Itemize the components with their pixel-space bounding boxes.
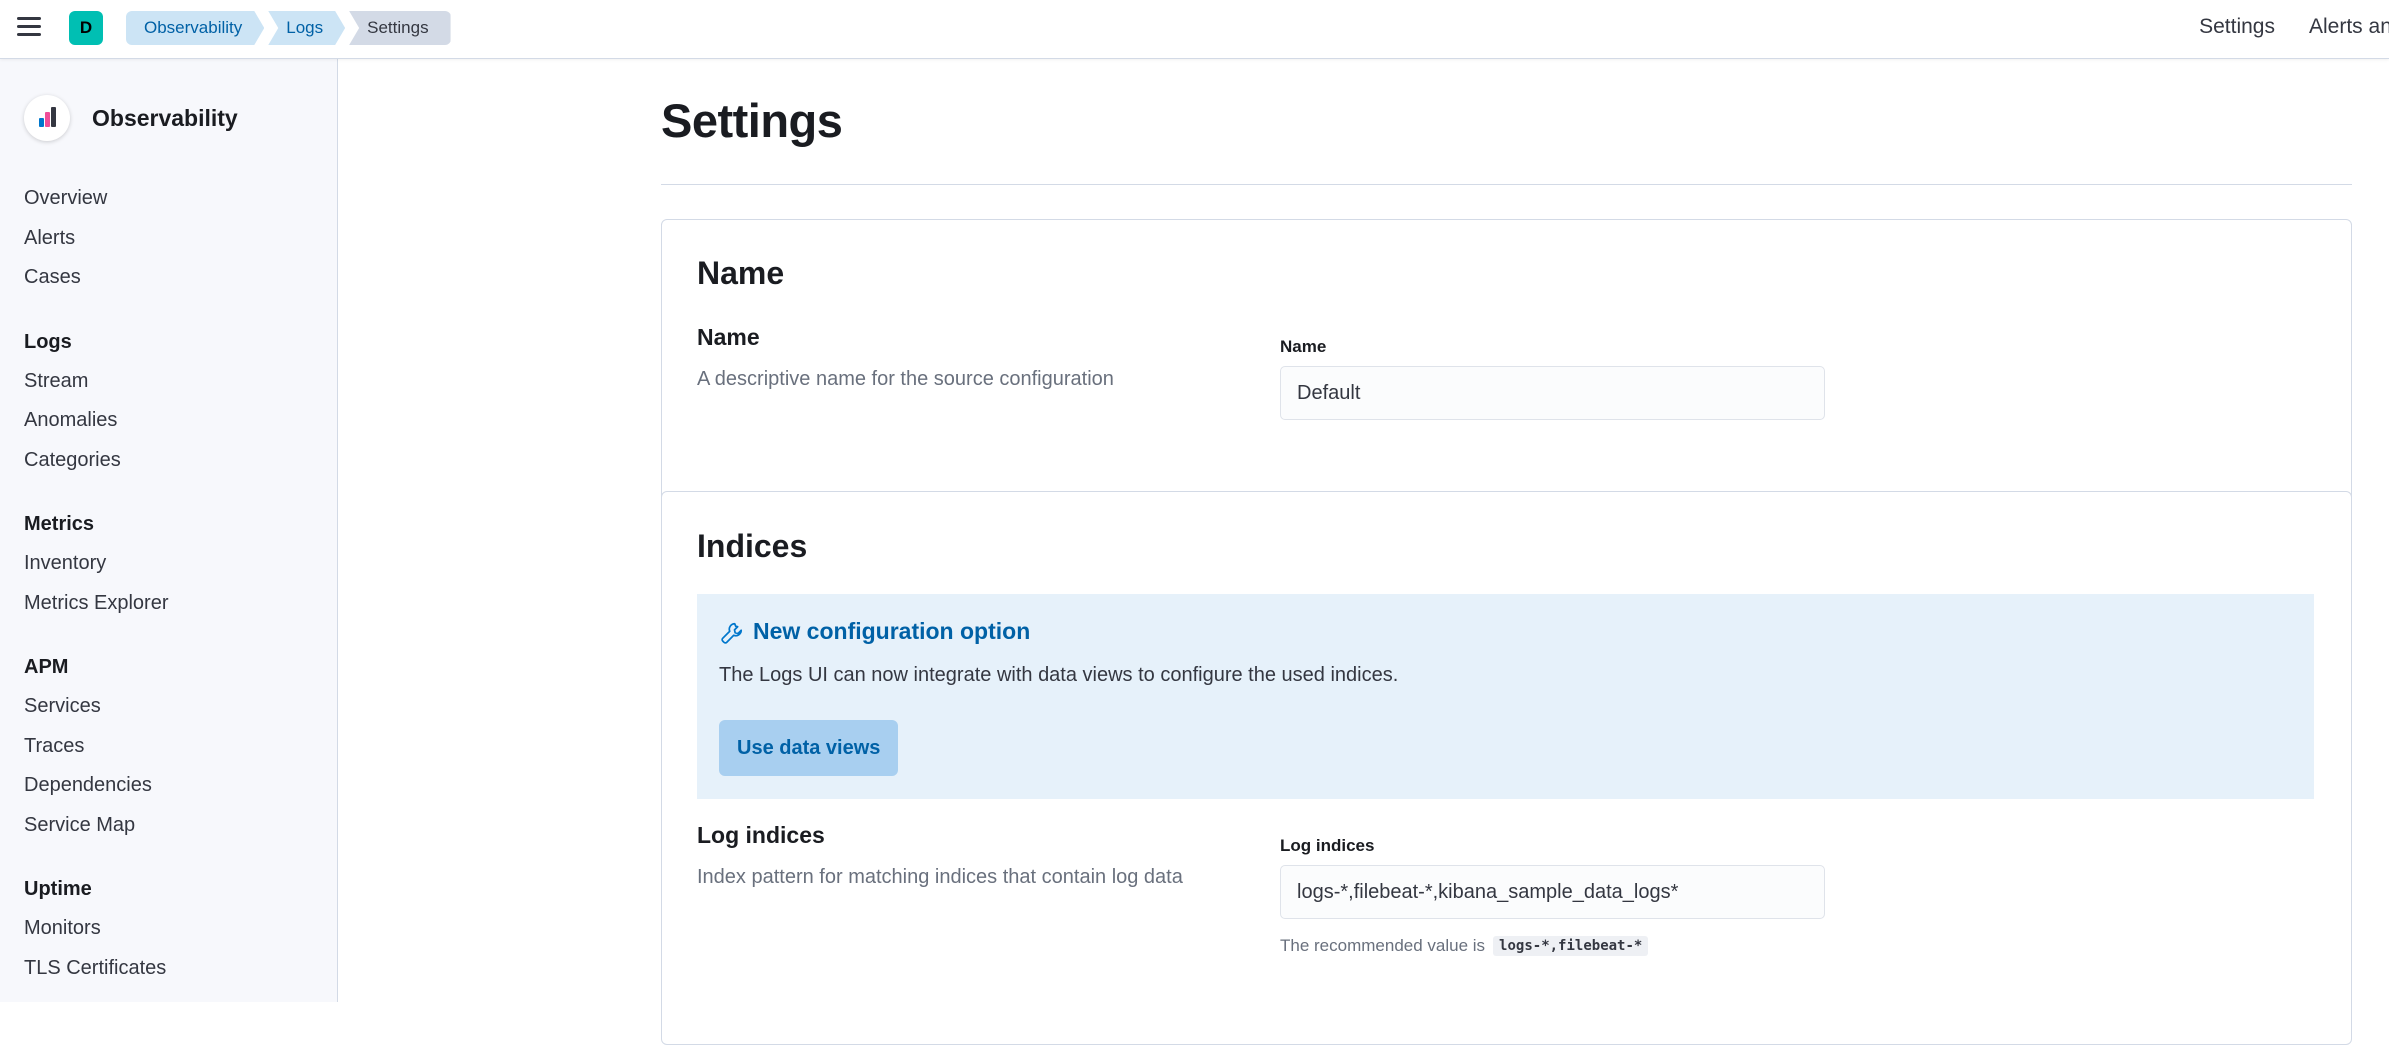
sidebar-item-traces[interactable]: Traces (24, 727, 337, 767)
sidebar-item-stream[interactable]: Stream (24, 362, 337, 402)
name-panel: Name Name A descriptive name for the sou… (661, 219, 2352, 517)
sidebar-item-metrics-explorer[interactable]: Metrics Explorer (24, 584, 337, 624)
hamburger-menu-icon[interactable] (14, 12, 44, 42)
recommended-value-code: logs-*,filebeat-* (1493, 936, 1649, 956)
callout-title: New configuration option (753, 618, 1031, 644)
header-links: Settings Alerts and rules (2165, 0, 2389, 54)
sidebar-group-metrics: Metrics Inventory Metrics Explorer (24, 505, 337, 623)
callout-text: The Logs UI can now integrate with data … (719, 664, 1399, 686)
sidebar-group-apm: APM Services Traces Dependencies Service… (24, 648, 337, 845)
sidebar-header: Observability (24, 95, 238, 141)
sidebar-group-title: APM (24, 656, 69, 678)
indices-panel: Indices New configuration option The Log… (661, 491, 2352, 1045)
fieldset-description: Index pattern for matching indices that … (697, 866, 1183, 888)
page-title: Settings (661, 94, 843, 147)
log-indices-input[interactable] (1280, 865, 1825, 919)
new-configuration-callout: New configuration option The Logs UI can… (697, 594, 2314, 799)
sidebar-group-title: Metrics (24, 513, 95, 535)
sidebar-item-anomalies[interactable]: Anomalies (24, 401, 337, 441)
breadcrumb-logs[interactable]: Logs (268, 11, 345, 45)
observability-logo-icon (24, 95, 70, 141)
field-help-text: The recommended value is logs-*,filebeat… (1280, 936, 1649, 956)
main-content: Settings Name Name A descriptive name fo… (338, 59, 2389, 1045)
breadcrumb-settings: Settings (349, 11, 451, 45)
panel-heading: Name (697, 255, 785, 291)
fieldset-description: A descriptive name for the source config… (697, 368, 1114, 390)
sidebar-group-uptime: Uptime Monitors TLS Certificates (24, 870, 337, 988)
sidebar-item-overview[interactable]: Overview (24, 179, 337, 219)
sidebar: Observability Overview Alerts Cases Logs… (0, 59, 338, 1002)
divider (661, 184, 2352, 185)
sidebar-item-monitors[interactable]: Monitors (24, 909, 337, 949)
breadcrumb-observability[interactable]: Observability (126, 11, 264, 45)
space-avatar[interactable]: D (69, 11, 103, 45)
sidebar-item-cases[interactable]: Cases (24, 258, 337, 298)
sidebar-item-service-map[interactable]: Service Map (24, 806, 337, 846)
header-link-alerts[interactable]: Alerts and rules (2309, 15, 2389, 39)
name-input[interactable] (1280, 366, 1825, 420)
fieldset-title: Log indices (697, 822, 825, 848)
sidebar-item-tls-certificates[interactable]: TLS Certificates (24, 949, 337, 989)
help-text-prefix: The recommended value is (1280, 936, 1486, 955)
sidebar-group-logs: Logs Stream Anomalies Categories (24, 323, 337, 481)
name-field-label: Name (1280, 337, 1327, 356)
use-data-views-button[interactable]: Use data views (719, 720, 899, 776)
sidebar-title: Observability (92, 104, 238, 131)
sidebar-group-title: Logs (24, 330, 72, 353)
wrench-icon (721, 622, 743, 644)
panel-heading: Indices (697, 528, 808, 564)
top-header: D Observability Logs Settings Settings A… (0, 0, 2389, 59)
sidebar-group-title: Uptime (24, 878, 92, 900)
sidebar-nav: Overview Alerts Cases Logs Stream Anomal… (24, 179, 337, 1002)
sidebar-group-general: Overview Alerts Cases (24, 179, 337, 298)
sidebar-item-categories[interactable]: Categories (24, 441, 337, 481)
breadcrumb: Observability Logs Settings (126, 11, 455, 45)
fieldset-title: Name (697, 324, 760, 350)
sidebar-item-services[interactable]: Services (24, 687, 337, 727)
sidebar-item-dependencies[interactable]: Dependencies (24, 766, 337, 806)
sidebar-item-inventory[interactable]: Inventory (24, 544, 337, 584)
log-indices-field-label: Log indices (1280, 836, 1375, 855)
header-link-settings[interactable]: Settings (2199, 15, 2275, 39)
sidebar-item-alerts[interactable]: Alerts (24, 219, 337, 259)
